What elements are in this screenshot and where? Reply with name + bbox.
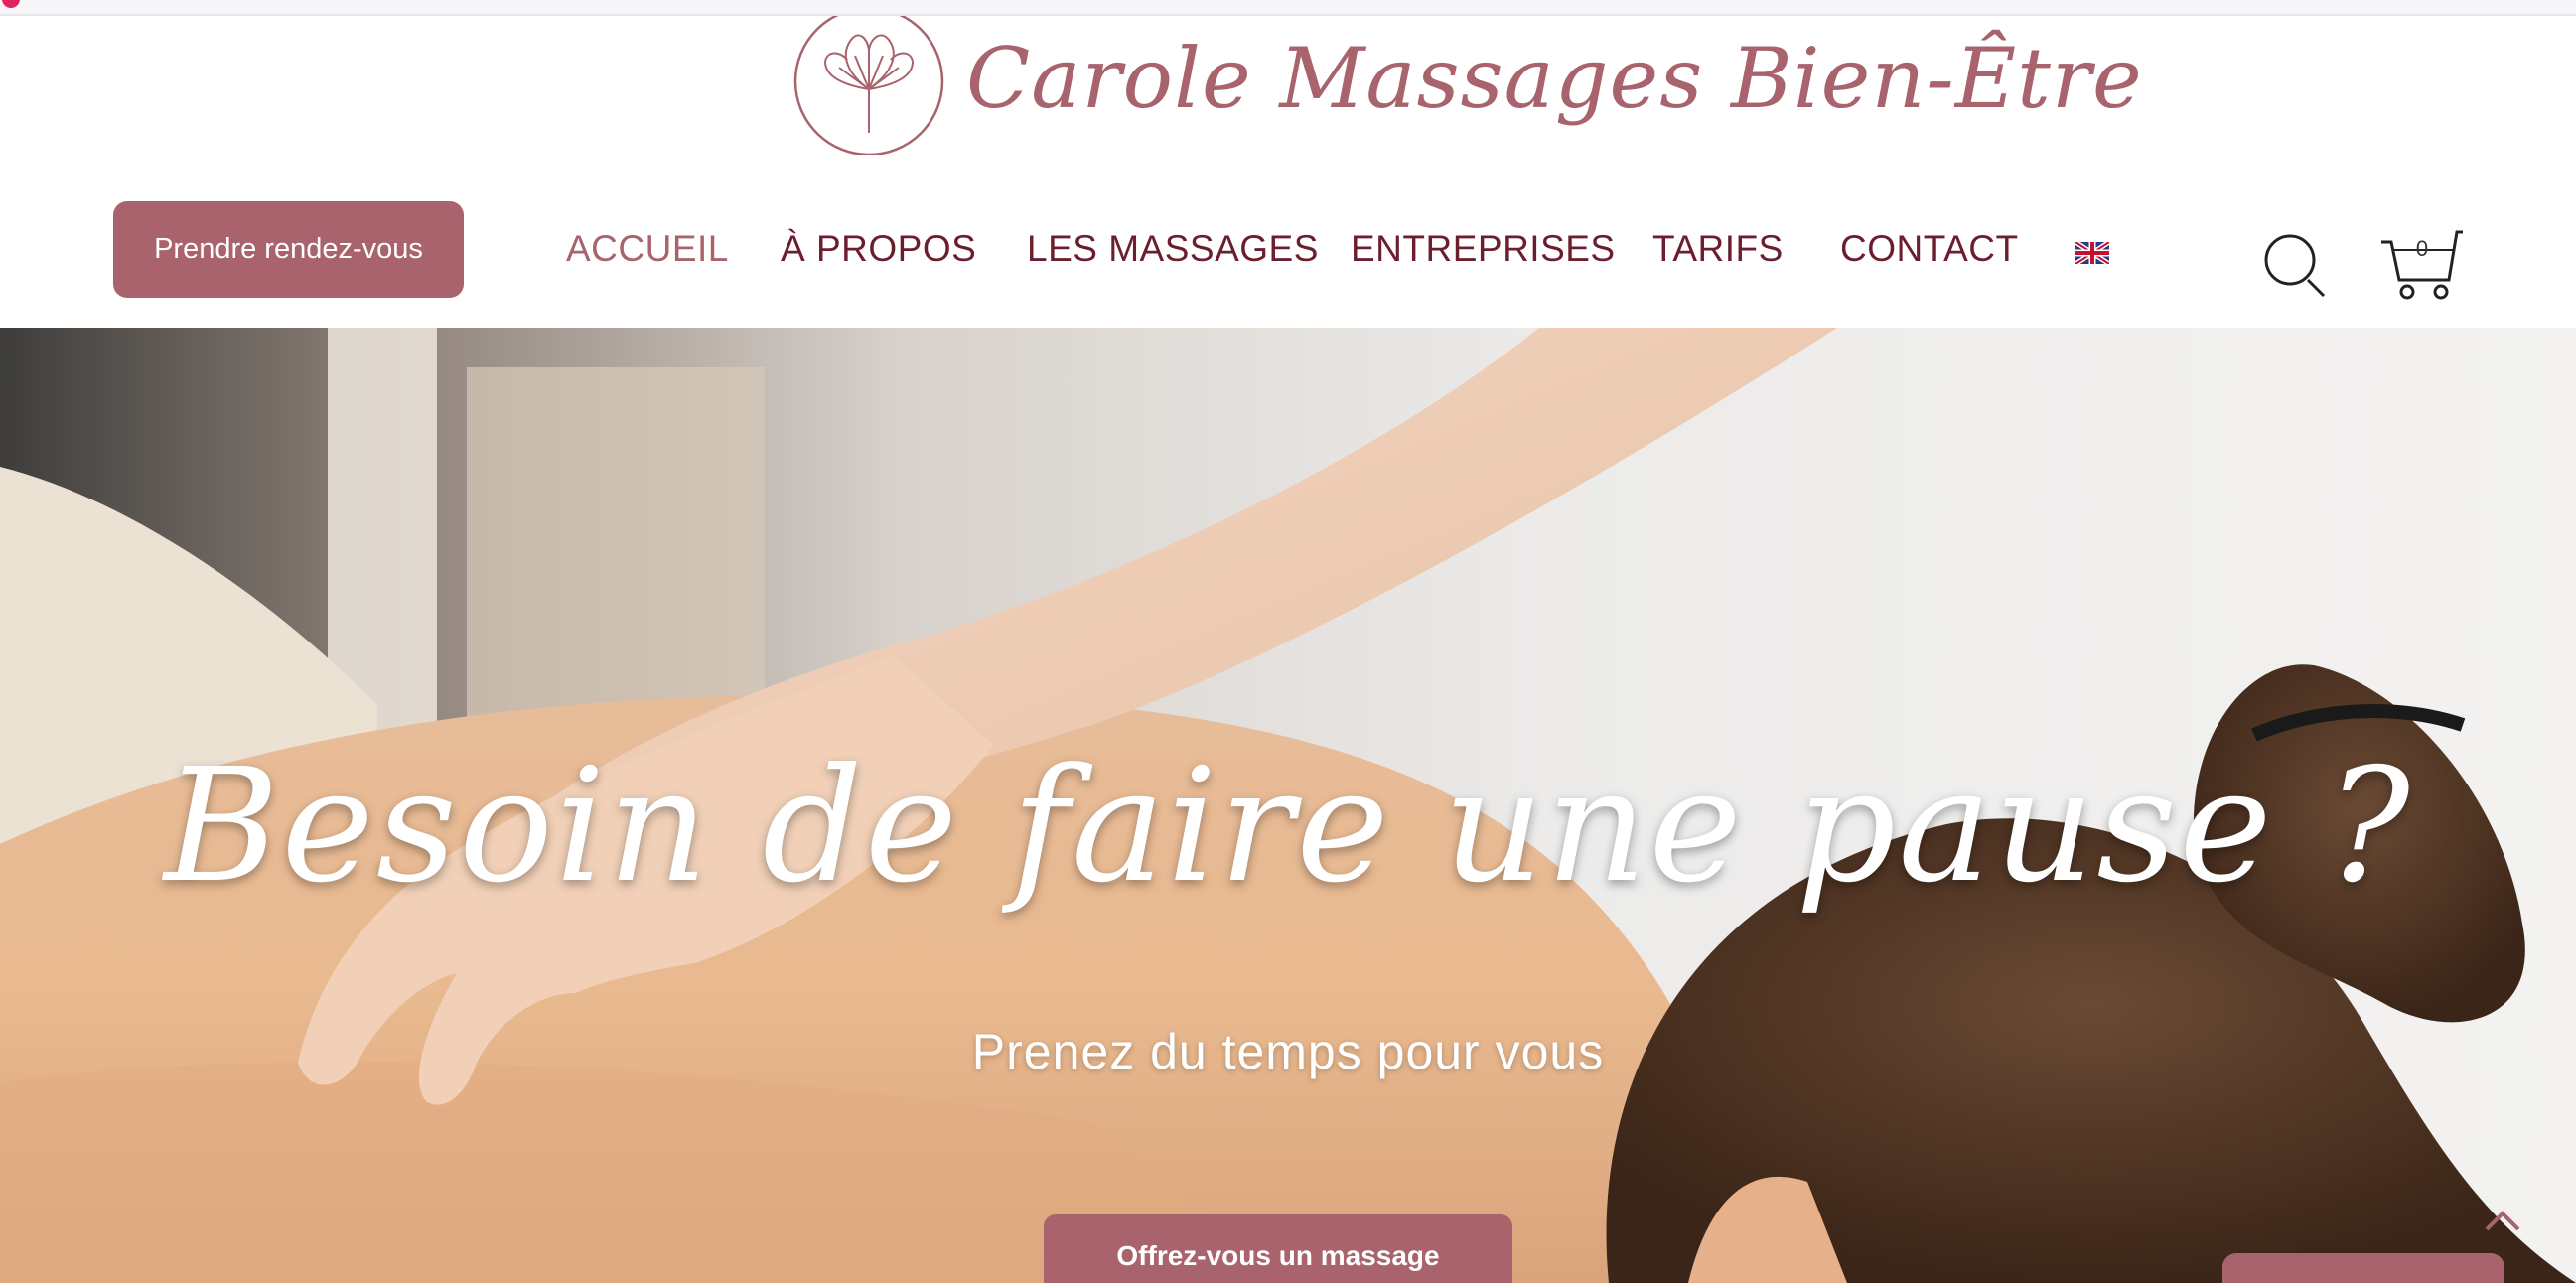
cart-count: 0 (2415, 236, 2429, 261)
hero-subtitle: Prenez du temps pour vous (971, 1024, 1605, 1079)
site-logo[interactable]: Carole Massages Bien-Être (789, 16, 2143, 155)
site-header: Carole Massages Bien-Être Prendre rendez… (0, 16, 2576, 328)
nav-item-entreprises[interactable]: ENTREPRISES (1351, 201, 1616, 298)
nav-item-a-propos[interactable]: À PROPOS (781, 201, 976, 298)
ginkgo-leaf-logo-icon (793, 16, 944, 155)
main-nav: ACCUEIL À PROPOS LES MASSAGES ENTREPRISE… (0, 201, 2576, 298)
gift-massage-button[interactable]: Offrez-vous un massage (1044, 1214, 1512, 1283)
page: Carole Massages Bien-Être Prendre rendez… (0, 0, 2576, 1283)
hero-title: Besoin de faire une pause ? (164, 735, 2412, 918)
floating-action-button[interactable] (2222, 1253, 2504, 1283)
hero-banner: Besoin de faire une pause ? Prenez du te… (0, 328, 2576, 1283)
chevron-up-icon[interactable] (2483, 1204, 2522, 1233)
browser-close-dot[interactable] (2, 0, 20, 8)
brand-name: Carole Massages Bien-Être (966, 30, 2143, 127)
nav-item-tarifs[interactable]: TARIFS (1652, 201, 1784, 298)
nav-item-contact[interactable]: CONTACT (1840, 201, 2019, 298)
uk-flag-icon[interactable] (2075, 242, 2109, 264)
nav-item-les-massages[interactable]: LES MASSAGES (1027, 201, 1319, 298)
nav-item-accueil[interactable]: ACCUEIL (566, 201, 729, 298)
search-icon[interactable] (2262, 232, 2330, 302)
browser-toolbar-edge (0, 0, 2576, 16)
